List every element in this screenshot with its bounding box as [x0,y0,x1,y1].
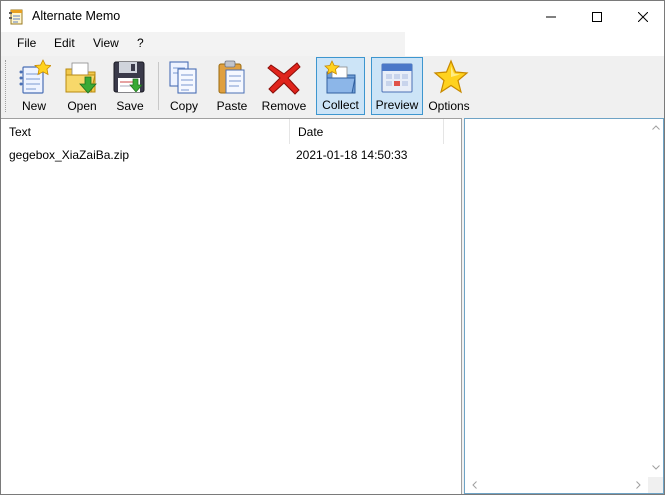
preview-window-icon [381,63,413,93]
new-button[interactable]: New [12,57,56,115]
options-button[interactable]: Options [426,57,472,115]
new-label: New [21,99,46,113]
close-button[interactable] [620,1,664,32]
paste-clipboard-icon [218,60,245,94]
row-text-cell: gegebox_XiaZaiBa.zip [9,148,130,162]
menu-edit[interactable]: Edit [54,36,75,50]
menu-bar: File Edit View ? [1,32,405,56]
chevron-right-icon [636,480,641,489]
toolbar-separator [158,62,159,110]
menu-file[interactable]: File [17,36,36,50]
maximize-button[interactable] [574,1,620,32]
options-star-icon [433,59,469,94]
open-button[interactable]: Open [59,57,105,115]
chevron-left-icon [472,480,477,489]
save-label: Save [116,99,144,113]
column-header-date-label: Date [298,125,324,139]
chevron-down-icon [651,465,660,470]
menu-bar-filler [405,32,664,56]
paste-button[interactable]: Paste [210,57,254,115]
menu-help[interactable]: ? [137,36,144,50]
options-label: Options [428,99,470,113]
menu-view[interactable]: View [93,36,119,50]
app-notebook-icon [9,9,23,25]
open-folder-icon [65,62,97,94]
minimize-icon [546,16,556,17]
collect-label: Collect [322,98,359,112]
copy-button[interactable]: Copy [162,57,206,115]
row-date-cell: 2021-01-18 14:50:33 [296,148,408,162]
vertical-scrollbar[interactable] [648,119,663,476]
floppy-disk-icon [113,61,145,93]
preview-label: Preview [375,98,419,112]
collect-folder-star-icon [323,60,356,94]
close-icon [638,11,648,22]
column-header-text-label: Text [9,125,32,139]
column-header-date[interactable]: Date [290,119,444,144]
scroll-left-button[interactable] [467,477,482,492]
window-title: Alternate Memo [32,9,121,23]
paste-label: Paste [216,99,248,113]
collect-toggle[interactable]: Collect [316,57,365,115]
remove-x-icon [267,62,301,95]
chevron-up-icon [651,125,660,130]
new-memo-icon [19,59,51,94]
copy-pages-icon [169,61,197,94]
preview-pane[interactable] [464,118,664,494]
scroll-right-button[interactable] [631,477,646,492]
column-header-text[interactable]: Text [1,119,290,144]
toolbar-grip[interactable] [5,60,8,112]
scroll-up-button[interactable] [648,120,663,135]
remove-label: Remove [261,99,307,113]
remove-button[interactable]: Remove [259,57,309,115]
scrollbar-corner [648,477,663,493]
horizontal-scrollbar[interactable] [465,477,648,493]
minimize-button[interactable] [528,1,574,32]
maximize-icon [592,11,602,22]
toolbar: New Open Save Copy Paste Remove Collect … [1,56,664,118]
app-window: Alternate Memo File Edit View ? New Open… [0,0,665,495]
table-row[interactable]: gegebox_XiaZaiBa.zip 2021-01-18 14:50:33 [1,146,460,164]
save-button[interactable]: Save [107,57,153,115]
copy-label: Copy [169,99,198,113]
scroll-down-button[interactable] [648,460,663,475]
preview-toggle[interactable]: Preview [371,57,423,115]
title-bar[interactable]: Alternate Memo [1,1,664,32]
open-label: Open [67,99,97,113]
memo-list[interactable]: Text Date gegebox_XiaZaiBa.zip 2021-01-1… [1,118,462,494]
